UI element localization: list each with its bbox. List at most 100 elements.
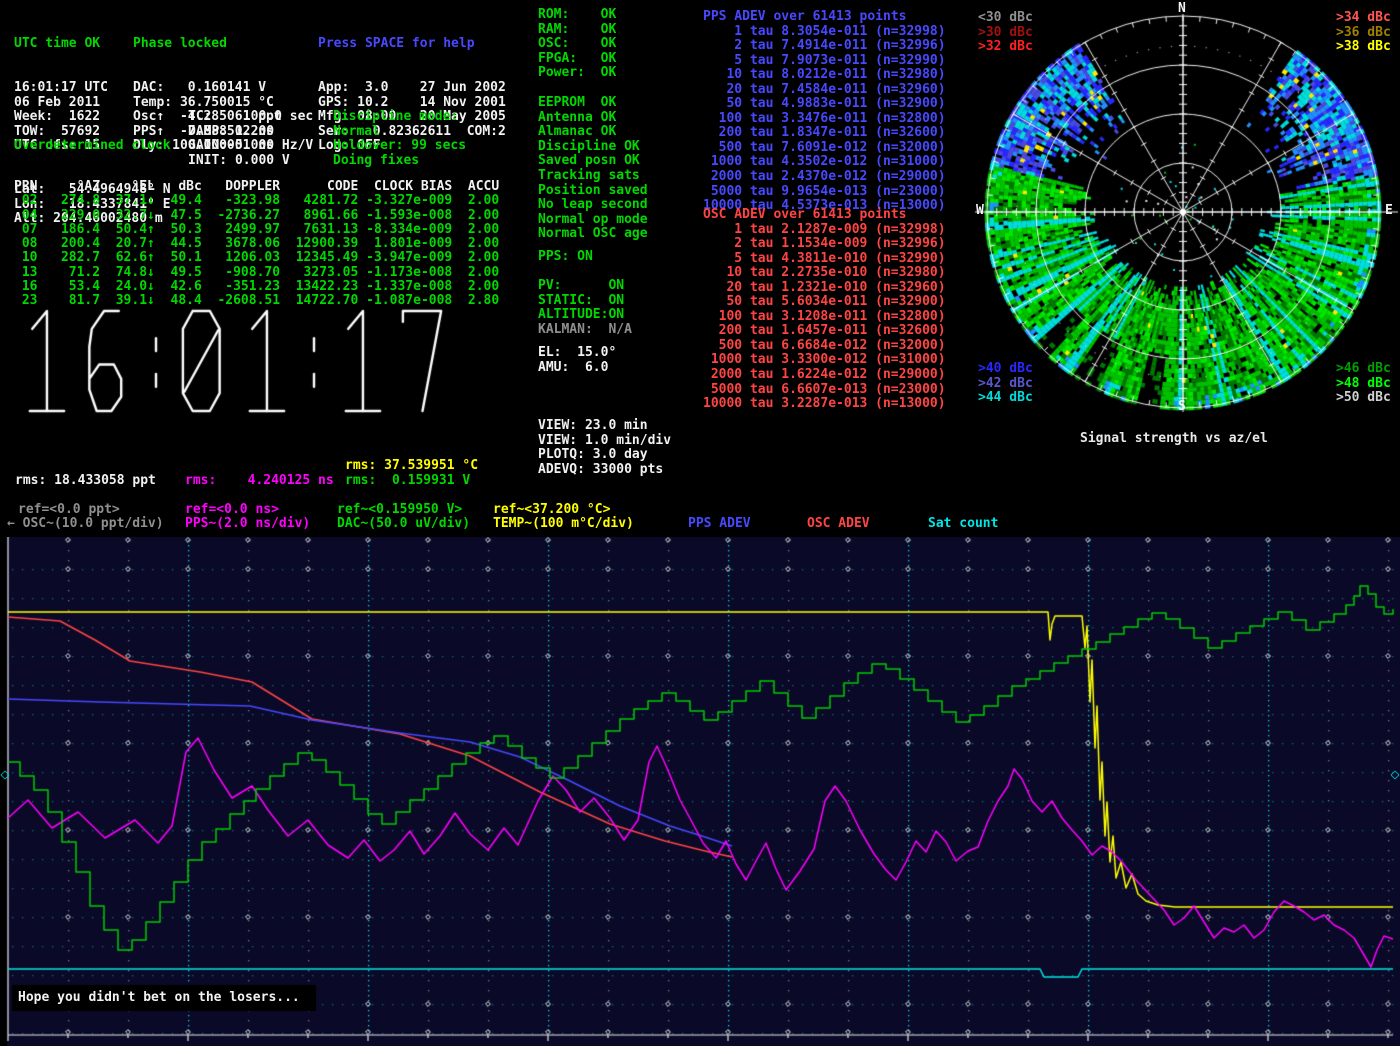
polar-caption: Signal strength vs az/el — [1080, 432, 1268, 447]
status-line: FPGA: OK — [538, 52, 616, 67]
cell-adev: 7.4584e-011 — [781, 83, 867, 98]
cell-accu: 2.00 — [452, 237, 499, 251]
cell-accu: 2.80 — [452, 294, 499, 308]
help-block-title: Press SPACE for help — [318, 37, 506, 52]
cell-doppler: 2499.97 — [202, 223, 280, 237]
plot-scale-label: ← OSC~(10.0 ppt/div) — [7, 517, 164, 532]
cell-adev: 3.2287e-013 — [781, 397, 867, 412]
cell-tau: 100 tau — [703, 310, 773, 325]
cell-tau: 2 tau — [703, 237, 773, 252]
status-line: Power: OK — [538, 66, 616, 81]
rms-label: rms: 0.159931 V — [345, 474, 470, 489]
cell-n: (n=32996) — [875, 39, 945, 54]
sat-table-body: 02274.837.1↓49.4-323.984281.72-3.327e-00… — [14, 194, 499, 308]
status-line: EEPROM OK — [538, 96, 648, 111]
cell-n: (n=29000) — [875, 170, 945, 185]
cell-adev: 6.6684e-012 — [781, 339, 867, 354]
cell-code: 7631.13 — [280, 223, 358, 237]
cell-az: 274.8 — [37, 194, 100, 208]
cell-tau: 5000 tau — [703, 383, 773, 398]
legend-entry: >40 dBc — [978, 362, 1033, 377]
cell-adev: 3.3300e-012 — [781, 353, 867, 368]
table-row: 2 tau1.1534e-009(n=32996) — [703, 237, 946, 252]
status-line: GAIN:-5.000 Hz/V — [188, 139, 313, 154]
status-line: Normal OSC age — [538, 227, 648, 242]
cell-el: 50.4↑ — [100, 223, 155, 237]
strip-chart-canvas — [0, 537, 1400, 1046]
loop-params-block: TC: 100.0 secDAMP: 1.200GAIN:-5.000 Hz/V… — [188, 110, 313, 168]
cell-doppler: -323.98 — [202, 194, 280, 208]
cell-prn: 07 — [14, 223, 37, 237]
cell-adev: 1.1534e-009 — [781, 237, 867, 252]
cell-adev: 3.3476e-011 — [781, 112, 867, 127]
status-line: 06 Feb 2011 — [14, 96, 108, 111]
status-line: Discipline OK — [538, 140, 648, 155]
table-row: 10 tau8.0212e-011(n=32980) — [703, 68, 946, 83]
cell-adev: 7.6091e-012 — [781, 141, 867, 156]
cell-tau: 10 tau — [703, 266, 773, 281]
pps-adev-rows: 1 tau8.3054e-011(n=32998)2 tau7.4914e-01… — [703, 25, 946, 214]
cell-adev: 4.3502e-012 — [781, 155, 867, 170]
compass-w: W — [976, 204, 984, 219]
cell-az: 282.7 — [37, 251, 100, 265]
cell-tau: 2000 tau — [703, 170, 773, 185]
cell-n: (n=32600) — [875, 324, 945, 339]
col-header: dBc — [155, 180, 202, 194]
table-row: 2000 tau 2.4370e-012 (n=29000) — [703, 170, 946, 185]
table-row: 1371.274.8↓49.5-908.703273.05-1.173e-008… — [14, 266, 499, 280]
cell-code: 12900.39 — [280, 237, 358, 251]
cell-el: 24.0↓ — [100, 280, 155, 294]
cell-tau: 2000 tau — [703, 368, 773, 383]
cell-n: (n=23000) — [875, 383, 945, 398]
pps-adev-table: PPS ADEV over 61413 points 1 tau8.3054e-… — [703, 10, 946, 214]
cell-n: (n=31000) — [875, 353, 945, 368]
cell-el: 62.6↑ — [100, 251, 155, 265]
status-line: VIEW: 23.0 min — [538, 419, 671, 434]
utc-block-title: UTC time OK — [14, 37, 108, 52]
cell-tau: 2 tau — [703, 39, 773, 54]
cell-n: (n=32998) — [875, 223, 945, 238]
cell-n: (n=29000) — [875, 368, 945, 383]
cell-adev: 8.3054e-011 — [781, 25, 867, 40]
cell-dbc: 42.6 — [155, 280, 202, 294]
legend-entry: >34 dBc — [1336, 11, 1391, 26]
view-block: VIEW: 23.0 minVIEW: 1.0 min/divPLOTQ: 3.… — [538, 419, 671, 477]
table-row: 50 tau4.9883e-011(n=32900) — [703, 97, 946, 112]
legend-entry: >38 dBc — [1336, 40, 1391, 55]
cell-n: (n=32980) — [875, 68, 945, 83]
table-row: 20 tau1.2321e-010(n=32960) — [703, 281, 946, 296]
cell-adev: 5.6034e-011 — [781, 295, 867, 310]
table-row: 5000 tau6.6607e-013(n=23000) — [703, 383, 946, 398]
cell-tau: 100 tau — [703, 112, 773, 127]
pps-adev-title: PPS ADEV over 61413 points — [703, 10, 946, 25]
status-line: Doing fixes — [333, 154, 466, 169]
cell-adev: 2.4370e-012 — [781, 170, 867, 185]
cell-adev: 8.0212e-011 — [781, 68, 867, 83]
cell-dbc: 50.3 — [155, 223, 202, 237]
gps-status-block: EEPROM OKAntenna OKAlmanac OKDiscipline … — [538, 96, 648, 242]
table-row: 1000 tau3.3300e-012(n=31000) — [703, 353, 946, 368]
cell-tau: 200 tau — [703, 126, 773, 141]
cell-clock-bias: -1.087e-008 — [358, 294, 452, 308]
rms-label: rms: 4.240125 ns — [185, 474, 334, 489]
cell-adev: 2.1287e-009 — [781, 223, 867, 238]
cell-n: (n=32000) — [875, 339, 945, 354]
cell-az: 186.4 — [37, 223, 100, 237]
cell-az: 53.4 — [37, 280, 100, 294]
table-row: 5 tau4.3811e-010(n=32990) — [703, 252, 946, 267]
status-line: TC: 100.0 sec — [188, 110, 313, 125]
table-row: 200 tau 1.6457e-011 (n=32600) — [703, 324, 946, 339]
cell-code: 14722.70 — [280, 294, 358, 308]
cell-dbc: 47.5 — [155, 209, 202, 223]
cell-el: 20.7↑ — [100, 237, 155, 251]
cell-prn: 13 — [14, 266, 37, 280]
cell-n: (n=23000) — [875, 185, 945, 200]
status-line: GPS: 10.2 14 Nov 2001 — [318, 96, 506, 111]
cell-tau: 200 tau — [703, 324, 773, 339]
cell-adev: 1.6457e-011 — [781, 324, 867, 339]
cell-dbc: 49.5 — [155, 266, 202, 280]
table-row: 1000 tau4.3502e-012(n=31000) — [703, 155, 946, 170]
cell-tau: 1 tau — [703, 223, 773, 238]
cell-az: 71.2 — [37, 266, 100, 280]
compass-e: E — [1385, 204, 1393, 219]
